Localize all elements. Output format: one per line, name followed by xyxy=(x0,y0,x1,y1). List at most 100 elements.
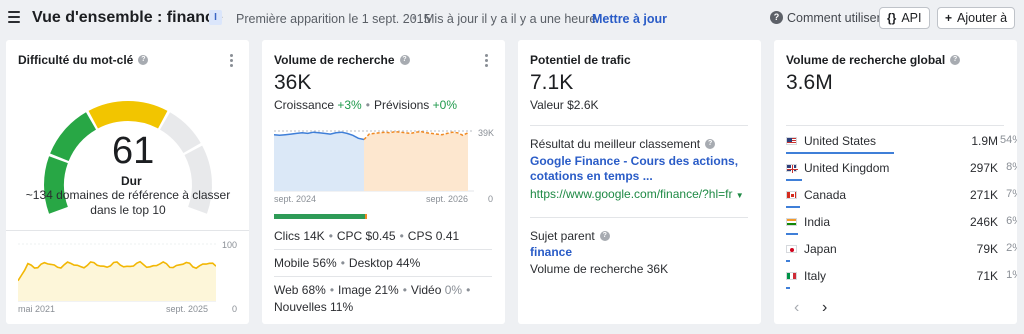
card-title-text: Volume de recherche global xyxy=(786,53,946,67)
global-volume-card: Volume de recherche global? 3.6M United … xyxy=(774,40,1017,324)
y-axis-max: 39K xyxy=(478,128,495,138)
country-row[interactable]: Japan 79K 2% xyxy=(786,240,1017,267)
country-volume: 271K xyxy=(969,188,998,202)
best-rank-label: Résultat du meilleur classement xyxy=(530,137,701,151)
hamburger-menu-icon[interactable] xyxy=(8,11,20,23)
first-seen-text: Première apparition le 1 sept. 2015 xyxy=(236,12,431,26)
growth-forecast-line: Croissance +3% • Prévisions +0% xyxy=(274,98,457,112)
device-row: Mobile 56% • Desktop 44% xyxy=(274,256,420,270)
country-row[interactable]: United Kingdom 297K 8% xyxy=(786,159,1017,186)
in-flag-icon xyxy=(786,218,797,226)
top-header: Vue d'ensemble : finance I Première appa… xyxy=(0,0,1024,36)
separator-dot: • xyxy=(466,283,471,297)
info-badge[interactable]: I xyxy=(209,10,222,25)
video-label: Vidéo xyxy=(410,283,442,297)
separator-dot: • xyxy=(340,256,345,270)
keyword-difficulty-card: Difficulté du mot-clé? 61 Dur ~134 domai… xyxy=(6,40,249,324)
y-axis-min: 0 xyxy=(232,304,238,314)
x-axis-end: sept. 2026 xyxy=(426,194,469,204)
divider xyxy=(6,230,249,231)
difficulty-description: ~134 domaines de référence à classer dan… xyxy=(25,188,231,217)
clicks-cpc-row: Clics 14K • CPC $0.45 • CPS 0.41 xyxy=(274,229,459,243)
intent-bar xyxy=(274,214,368,219)
difficulty-score: 61 xyxy=(112,130,155,172)
card-title-text: Volume de recherche xyxy=(274,53,395,67)
country-share: 8% xyxy=(1006,161,1017,173)
x-axis-end: sept. 2025 xyxy=(166,304,209,314)
country-row[interactable]: Italy 71K 1% xyxy=(786,267,1017,294)
web-share: Web 68% xyxy=(274,283,326,297)
plus-icon: + xyxy=(945,11,953,25)
separator-dot: • xyxy=(402,283,407,297)
x-axis-start: mai 2021 xyxy=(18,304,56,314)
country-volume: 297K xyxy=(969,161,998,175)
help-icon[interactable]: ? xyxy=(705,138,716,149)
intent-bar-orange xyxy=(365,214,368,219)
search-volume-card: Volume de recherche? 36K Croissance +3% •… xyxy=(262,40,505,324)
country-share-bar xyxy=(786,152,894,154)
country-name: India xyxy=(804,215,831,229)
parent-topic-link[interactable]: finance xyxy=(530,245,572,259)
it-flag-icon xyxy=(786,272,797,280)
y-axis-max: 100 xyxy=(222,240,238,250)
parent-topic-label-line: Sujet parent? xyxy=(530,229,610,243)
traffic-potential-value: 7.1K xyxy=(530,71,574,94)
parent-topic-volume: Volume de recherche 36K xyxy=(530,262,669,276)
uk-flag-icon xyxy=(786,164,798,173)
add-to-button-label: Ajouter à xyxy=(957,11,1008,25)
traffic-value-label: Valeur $2.6K xyxy=(530,98,599,112)
update-link[interactable]: Mettre à jour xyxy=(592,12,667,26)
video-share: 0% xyxy=(444,283,463,297)
separator-dot: • xyxy=(399,229,404,243)
intent-bar-green xyxy=(274,214,366,219)
country-row[interactable]: United States 1.9M 54% xyxy=(786,132,1017,159)
api-button[interactable]: {} API xyxy=(879,7,930,29)
country-volume: 71K xyxy=(976,269,998,283)
help-icon[interactable]: ? xyxy=(950,54,961,65)
country-share: 2% xyxy=(1006,242,1017,254)
divider xyxy=(786,125,1004,126)
previous-page-button[interactable]: ‹ xyxy=(794,299,799,317)
divider xyxy=(274,276,492,277)
best-rank-url[interactable]: https://www.google.com/finance/?hl=fr xyxy=(530,187,732,201)
page-title: Vue d'ensemble : finance xyxy=(32,9,223,26)
caret-down-icon[interactable]: ▼ xyxy=(736,191,744,200)
best-rank-title-link[interactable]: Google Finance - Cours des actions, cota… xyxy=(530,154,740,184)
search-volume-value: 36K xyxy=(274,71,312,94)
separator-dot: • xyxy=(412,11,417,25)
add-to-button[interactable]: + Ajouter à xyxy=(937,7,1016,29)
card-title: Volume de recherche global? xyxy=(786,53,961,67)
country-volume: 1.9M xyxy=(971,134,998,148)
news-share: Nouvelles 11% xyxy=(274,300,354,314)
card-title: Volume de recherche? xyxy=(274,53,410,67)
cps-value: CPS 0.41 xyxy=(407,229,460,243)
growth-value: +3% xyxy=(337,98,362,112)
us-flag-icon xyxy=(786,137,797,145)
next-page-button[interactable]: › xyxy=(822,299,827,317)
jp-flag-icon xyxy=(786,245,797,253)
help-icon[interactable]: ? xyxy=(599,230,610,241)
country-share: 6% xyxy=(1006,215,1017,227)
gauge-segment xyxy=(159,112,201,154)
image-share: Image 21% xyxy=(338,283,399,297)
country-volume: 246K xyxy=(969,215,998,229)
country-name: Canada xyxy=(804,188,847,202)
country-row[interactable]: India 246K 6% xyxy=(786,213,1017,240)
country-volume: 79K xyxy=(976,242,998,256)
country-share-bar xyxy=(786,287,790,289)
country-share-bar xyxy=(786,260,790,262)
growth-label: Croissance xyxy=(274,98,335,112)
country-row[interactable]: Canada 271K 7% xyxy=(786,186,1017,213)
mobile-share: Mobile 56% xyxy=(274,256,337,270)
how-to-use-link[interactable]: Comment utiliser xyxy=(787,11,881,25)
divider xyxy=(530,125,748,126)
help-icon[interactable]: ? xyxy=(399,54,410,65)
separator-dot: • xyxy=(365,98,370,112)
parent-topic-label: Sujet parent xyxy=(530,229,595,243)
api-button-label: API xyxy=(901,11,922,25)
x-axis-start: sept. 2024 xyxy=(274,194,317,204)
more-options-icon[interactable] xyxy=(485,54,489,69)
country-share: 1% xyxy=(1006,269,1017,281)
question-icon[interactable]: ? xyxy=(770,11,783,24)
country-share-bar xyxy=(786,233,798,235)
